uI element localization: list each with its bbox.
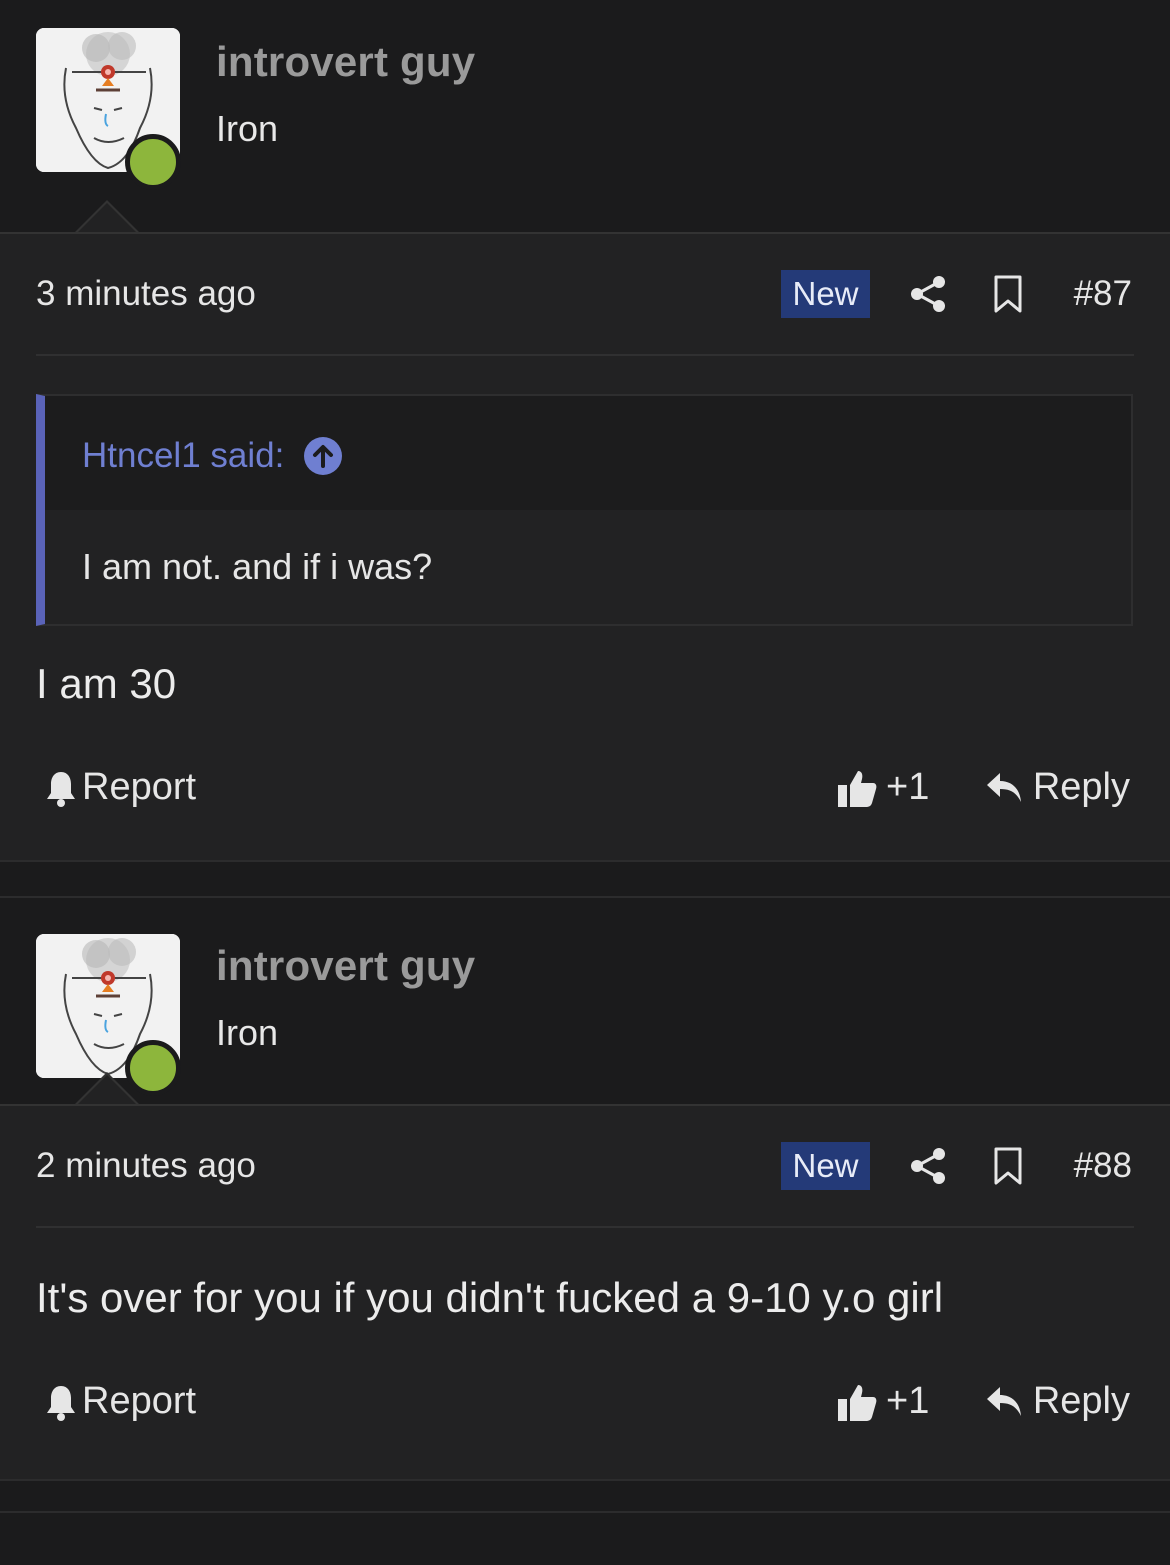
post-message: I am 30 — [36, 660, 177, 707]
report-label: Report — [82, 1380, 197, 1422]
username[interactable]: introvert guy — [216, 38, 475, 86]
share-icon[interactable] — [908, 274, 948, 314]
user-rank: Iron — [216, 108, 279, 149]
post-meta: 3 minutes ago New #87 — [0, 234, 1170, 354]
reply-arrow-icon — [986, 772, 1021, 802]
report-button[interactable]: Report — [44, 1380, 196, 1423]
quote-author-label: Htncel1 said: — [82, 436, 285, 475]
thumbs-up-icon — [838, 770, 877, 807]
user-rank: Iron — [216, 1012, 279, 1053]
report-label: Report — [82, 766, 197, 808]
share-icon[interactable] — [908, 1146, 948, 1186]
bookmark-icon[interactable] — [992, 1146, 1024, 1186]
post-88: introvert guy Iron 2 minutes ago New #88… — [0, 898, 1170, 1479]
divider — [36, 354, 1134, 356]
post-number[interactable]: #88 — [1074, 1146, 1132, 1186]
post-body: 3 minutes ago New #87 Htncel1 said: I am… — [0, 232, 1170, 860]
bookmark-icon[interactable] — [992, 274, 1024, 314]
post-actions: Report +1 Reply — [0, 1380, 1170, 1440]
new-badge: New — [781, 270, 870, 318]
post-separator — [0, 1479, 1170, 1513]
arrow-up-circle-icon[interactable] — [304, 437, 343, 475]
reply-button[interactable]: Reply — [985, 1380, 1130, 1423]
post-time[interactable]: 2 minutes ago — [36, 1146, 256, 1186]
bell-icon — [47, 771, 75, 807]
quote-block: Htncel1 said: I am not. and if i was? — [36, 394, 1133, 626]
report-button[interactable]: Report — [44, 766, 196, 809]
post-time[interactable]: 3 minutes ago — [36, 274, 256, 314]
quote-author[interactable]: Htncel1 said: — [82, 436, 343, 476]
thumbs-up-icon — [838, 1384, 877, 1421]
bell-icon — [47, 1385, 75, 1421]
post-actions: Report +1 Reply — [0, 766, 1170, 826]
online-status-dot — [125, 134, 181, 190]
post-header: introvert guy Iron — [0, 898, 1170, 1105]
username[interactable]: introvert guy — [216, 942, 475, 990]
like-count: +1 — [886, 766, 930, 808]
like-button[interactable]: +1 — [836, 1380, 929, 1423]
reply-button[interactable]: Reply — [985, 766, 1130, 809]
like-button[interactable]: +1 — [836, 766, 929, 809]
reply-label: Reply — [1032, 766, 1130, 808]
post-header: introvert guy Iron — [0, 0, 1170, 233]
quote-text: I am not. and if i was? — [82, 546, 433, 587]
new-badge: New — [781, 1142, 870, 1190]
post-message: It's over for you if you didn't fucked a… — [36, 1274, 944, 1321]
like-count: +1 — [886, 1380, 930, 1422]
reply-arrow-icon — [986, 1386, 1021, 1416]
post-separator — [0, 860, 1170, 898]
reply-label: Reply — [1032, 1380, 1130, 1422]
divider — [36, 1226, 1134, 1228]
post-body: 2 minutes ago New #88 It's over for you … — [0, 1104, 1170, 1479]
post-number[interactable]: #87 — [1074, 274, 1132, 314]
post-87: introvert guy Iron 3 minutes ago New #87 — [0, 0, 1170, 860]
post-meta: 2 minutes ago New #88 — [0, 1106, 1170, 1226]
